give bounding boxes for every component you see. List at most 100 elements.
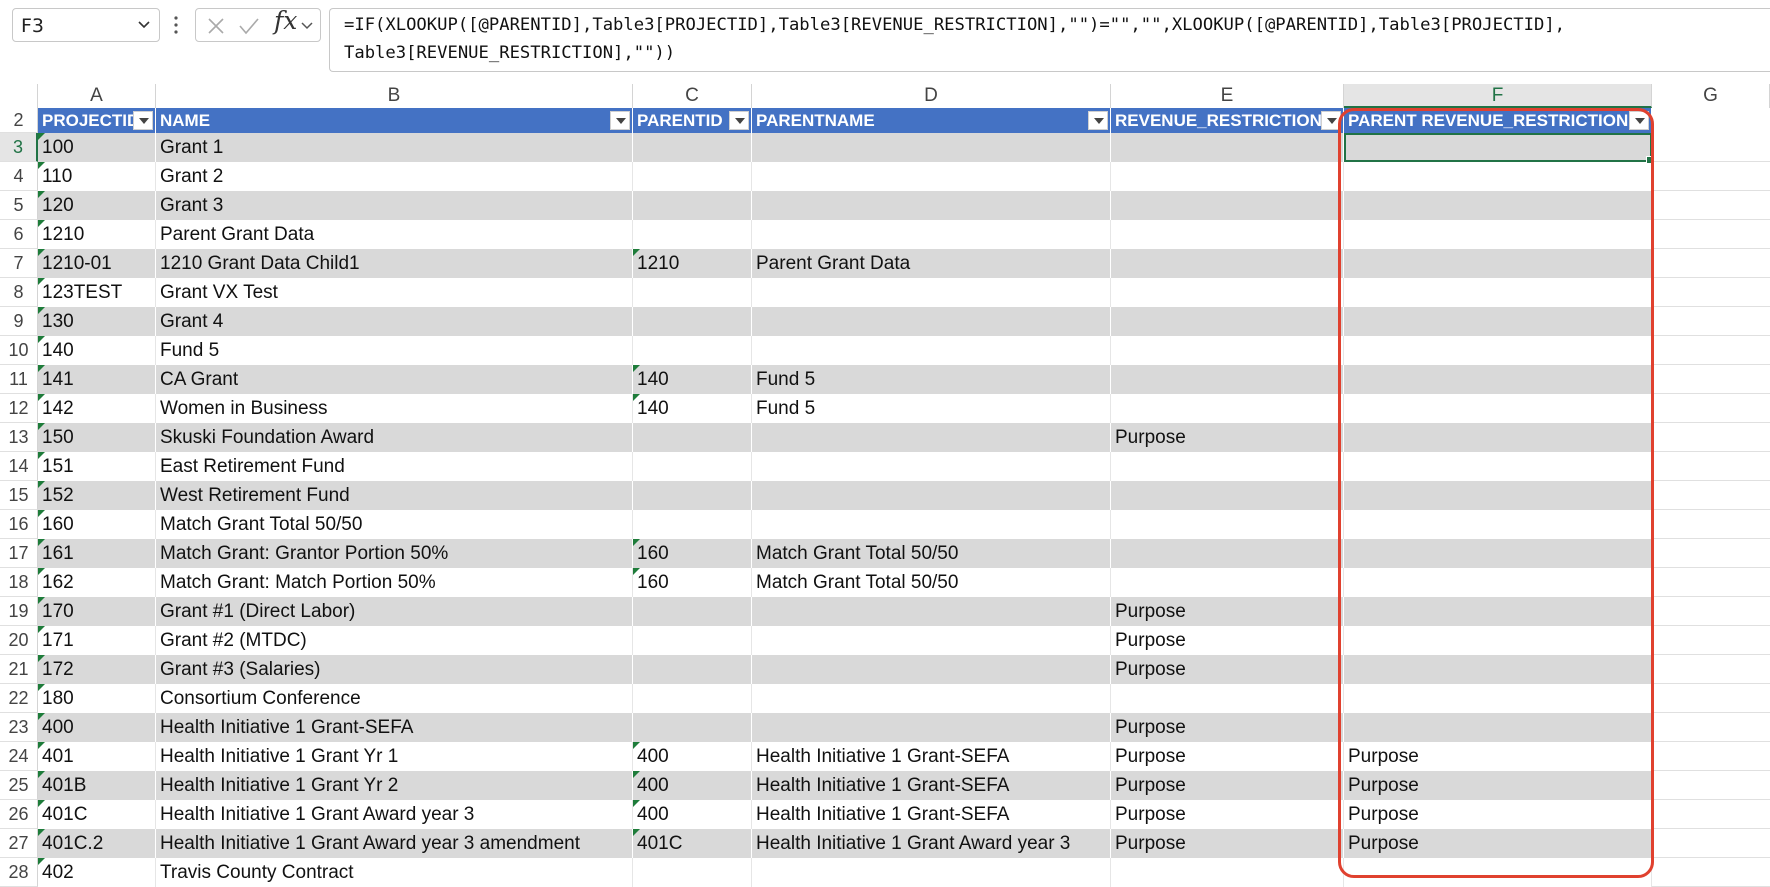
column-header-c[interactable]: C xyxy=(633,84,752,108)
row-header[interactable]: 10 xyxy=(0,336,38,365)
table-cell-parentid[interactable] xyxy=(633,626,752,655)
table-cell-parentname[interactable] xyxy=(752,191,1111,220)
table-cell-parentid[interactable] xyxy=(633,278,752,307)
table-header-parentname[interactable]: PARENTNAME xyxy=(752,108,1111,133)
table-cell-parent-rev[interactable]: Purpose xyxy=(1344,800,1652,829)
table-cell-parentname[interactable] xyxy=(752,278,1111,307)
table-cell-projectid[interactable]: 151 xyxy=(38,452,156,481)
table-cell-parentname[interactable]: Fund 5 xyxy=(752,394,1111,423)
table-cell-parent-rev[interactable]: Purpose xyxy=(1344,771,1652,800)
row-header[interactable]: 12 xyxy=(0,394,38,423)
table-cell-parent-rev[interactable] xyxy=(1344,307,1652,336)
table-cell-rev[interactable] xyxy=(1111,684,1344,713)
table-cell-rev[interactable] xyxy=(1111,249,1344,278)
cell[interactable] xyxy=(1652,162,1770,191)
cell[interactable] xyxy=(1652,481,1770,510)
table-cell-projectid[interactable]: 141 xyxy=(38,365,156,394)
row-header[interactable]: 24 xyxy=(0,742,38,771)
table-cell-parentname[interactable]: Match Grant Total 50/50 xyxy=(752,539,1111,568)
row-header[interactable]: 14 xyxy=(0,452,38,481)
table-cell-parentid[interactable] xyxy=(633,307,752,336)
table-cell-parentid[interactable] xyxy=(633,220,752,249)
table-cell-parent-rev[interactable] xyxy=(1344,481,1652,510)
table-cell-parentname[interactable] xyxy=(752,452,1111,481)
table-cell-parentid[interactable] xyxy=(633,684,752,713)
table-cell-name[interactable]: Grant VX Test xyxy=(156,278,633,307)
table-cell-parentname[interactable] xyxy=(752,220,1111,249)
table-cell-parent-rev[interactable] xyxy=(1344,162,1652,191)
filter-dropdown-icon[interactable] xyxy=(133,111,153,130)
table-cell-name[interactable]: Grant #2 (MTDC) xyxy=(156,626,633,655)
row-header[interactable]: 21 xyxy=(0,655,38,684)
column-header-e[interactable]: E xyxy=(1111,84,1344,108)
table-cell-name[interactable]: Consortium Conference xyxy=(156,684,633,713)
table-cell-parentname[interactable] xyxy=(752,626,1111,655)
table-cell-parentid[interactable]: 140 xyxy=(633,394,752,423)
row-header[interactable]: 3 xyxy=(0,133,38,162)
row-header[interactable]: 23 xyxy=(0,713,38,742)
table-cell-parentid[interactable]: 400 xyxy=(633,771,752,800)
table-cell-parentname[interactable] xyxy=(752,307,1111,336)
table-cell-projectid[interactable]: 150 xyxy=(38,423,156,452)
row-header[interactable]: 2 xyxy=(0,108,38,133)
column-header-b[interactable]: B xyxy=(156,84,633,108)
table-cell-rev[interactable]: Purpose xyxy=(1111,655,1344,684)
table-cell-projectid[interactable]: 152 xyxy=(38,481,156,510)
table-cell-parentid[interactable]: 401C xyxy=(633,829,752,858)
table-cell-rev[interactable] xyxy=(1111,307,1344,336)
table-cell-parentid[interactable] xyxy=(633,133,752,162)
table-cell-name[interactable]: Grant 4 xyxy=(156,307,633,336)
filter-dropdown-icon[interactable] xyxy=(1088,111,1108,130)
table-cell-parent-rev[interactable] xyxy=(1344,423,1652,452)
table-cell-parentid[interactable] xyxy=(633,597,752,626)
table-cell-projectid[interactable]: 401C xyxy=(38,800,156,829)
table-cell-parent-rev[interactable] xyxy=(1344,220,1652,249)
table-cell-rev[interactable] xyxy=(1111,568,1344,597)
table-cell-projectid[interactable]: 123TEST xyxy=(38,278,156,307)
table-cell-parentname[interactable] xyxy=(752,481,1111,510)
cancel-icon[interactable] xyxy=(206,16,226,36)
table-cell-parent-rev[interactable] xyxy=(1344,394,1652,423)
cell[interactable] xyxy=(1652,713,1770,742)
filter-dropdown-icon[interactable] xyxy=(1629,111,1649,130)
row-header[interactable]: 20 xyxy=(0,626,38,655)
table-cell-rev[interactable] xyxy=(1111,510,1344,539)
cell[interactable] xyxy=(1652,510,1770,539)
table-cell-parent-rev[interactable] xyxy=(1344,858,1652,887)
table-cell-projectid[interactable]: 1210-01 xyxy=(38,249,156,278)
table-cell-name[interactable]: 1210 Grant Data Child1 xyxy=(156,249,633,278)
table-cell-rev[interactable] xyxy=(1111,365,1344,394)
row-header[interactable]: 25 xyxy=(0,771,38,800)
table-cell-parent-rev[interactable] xyxy=(1344,597,1652,626)
table-cell-name[interactable]: Skuski Foundation Award xyxy=(156,423,633,452)
table-cell-rev[interactable] xyxy=(1111,539,1344,568)
row-header[interactable]: 13 xyxy=(0,423,38,452)
table-cell-parentid[interactable] xyxy=(633,423,752,452)
table-cell-parentname[interactable]: Match Grant Total 50/50 xyxy=(752,568,1111,597)
table-cell-rev[interactable]: Purpose xyxy=(1111,771,1344,800)
table-cell-parentname[interactable] xyxy=(752,713,1111,742)
cell[interactable] xyxy=(1652,365,1770,394)
table-cell-rev[interactable]: Purpose xyxy=(1111,597,1344,626)
table-cell-parent-rev[interactable] xyxy=(1344,249,1652,278)
filter-dropdown-icon[interactable] xyxy=(729,111,749,130)
table-cell-name[interactable]: Health Initiative 1 Grant Yr 2 xyxy=(156,771,633,800)
table-cell-parent-rev[interactable] xyxy=(1344,684,1652,713)
table-cell-rev[interactable] xyxy=(1111,191,1344,220)
row-header[interactable]: 28 xyxy=(0,858,38,887)
table-cell-projectid[interactable]: 110 xyxy=(38,162,156,191)
cell[interactable] xyxy=(1652,336,1770,365)
table-cell-rev[interactable] xyxy=(1111,858,1344,887)
worksheet-grid[interactable]: ABCDEFG 2 PROJECTID NAME PARENTID PARENTNAME… xyxy=(0,84,1770,887)
row-header[interactable]: 26 xyxy=(0,800,38,829)
table-cell-projectid[interactable]: 401 xyxy=(38,742,156,771)
table-cell-name[interactable]: Grant 3 xyxy=(156,191,633,220)
table-cell-parentid[interactable]: 400 xyxy=(633,742,752,771)
table-cell-projectid[interactable]: 1210 xyxy=(38,220,156,249)
cell[interactable] xyxy=(1652,249,1770,278)
table-cell-rev[interactable] xyxy=(1111,278,1344,307)
table-cell-name[interactable]: Match Grant Total 50/50 xyxy=(156,510,633,539)
table-cell-parentid[interactable] xyxy=(633,510,752,539)
table-cell-rev[interactable] xyxy=(1111,481,1344,510)
table-cell-name[interactable]: CA Grant xyxy=(156,365,633,394)
